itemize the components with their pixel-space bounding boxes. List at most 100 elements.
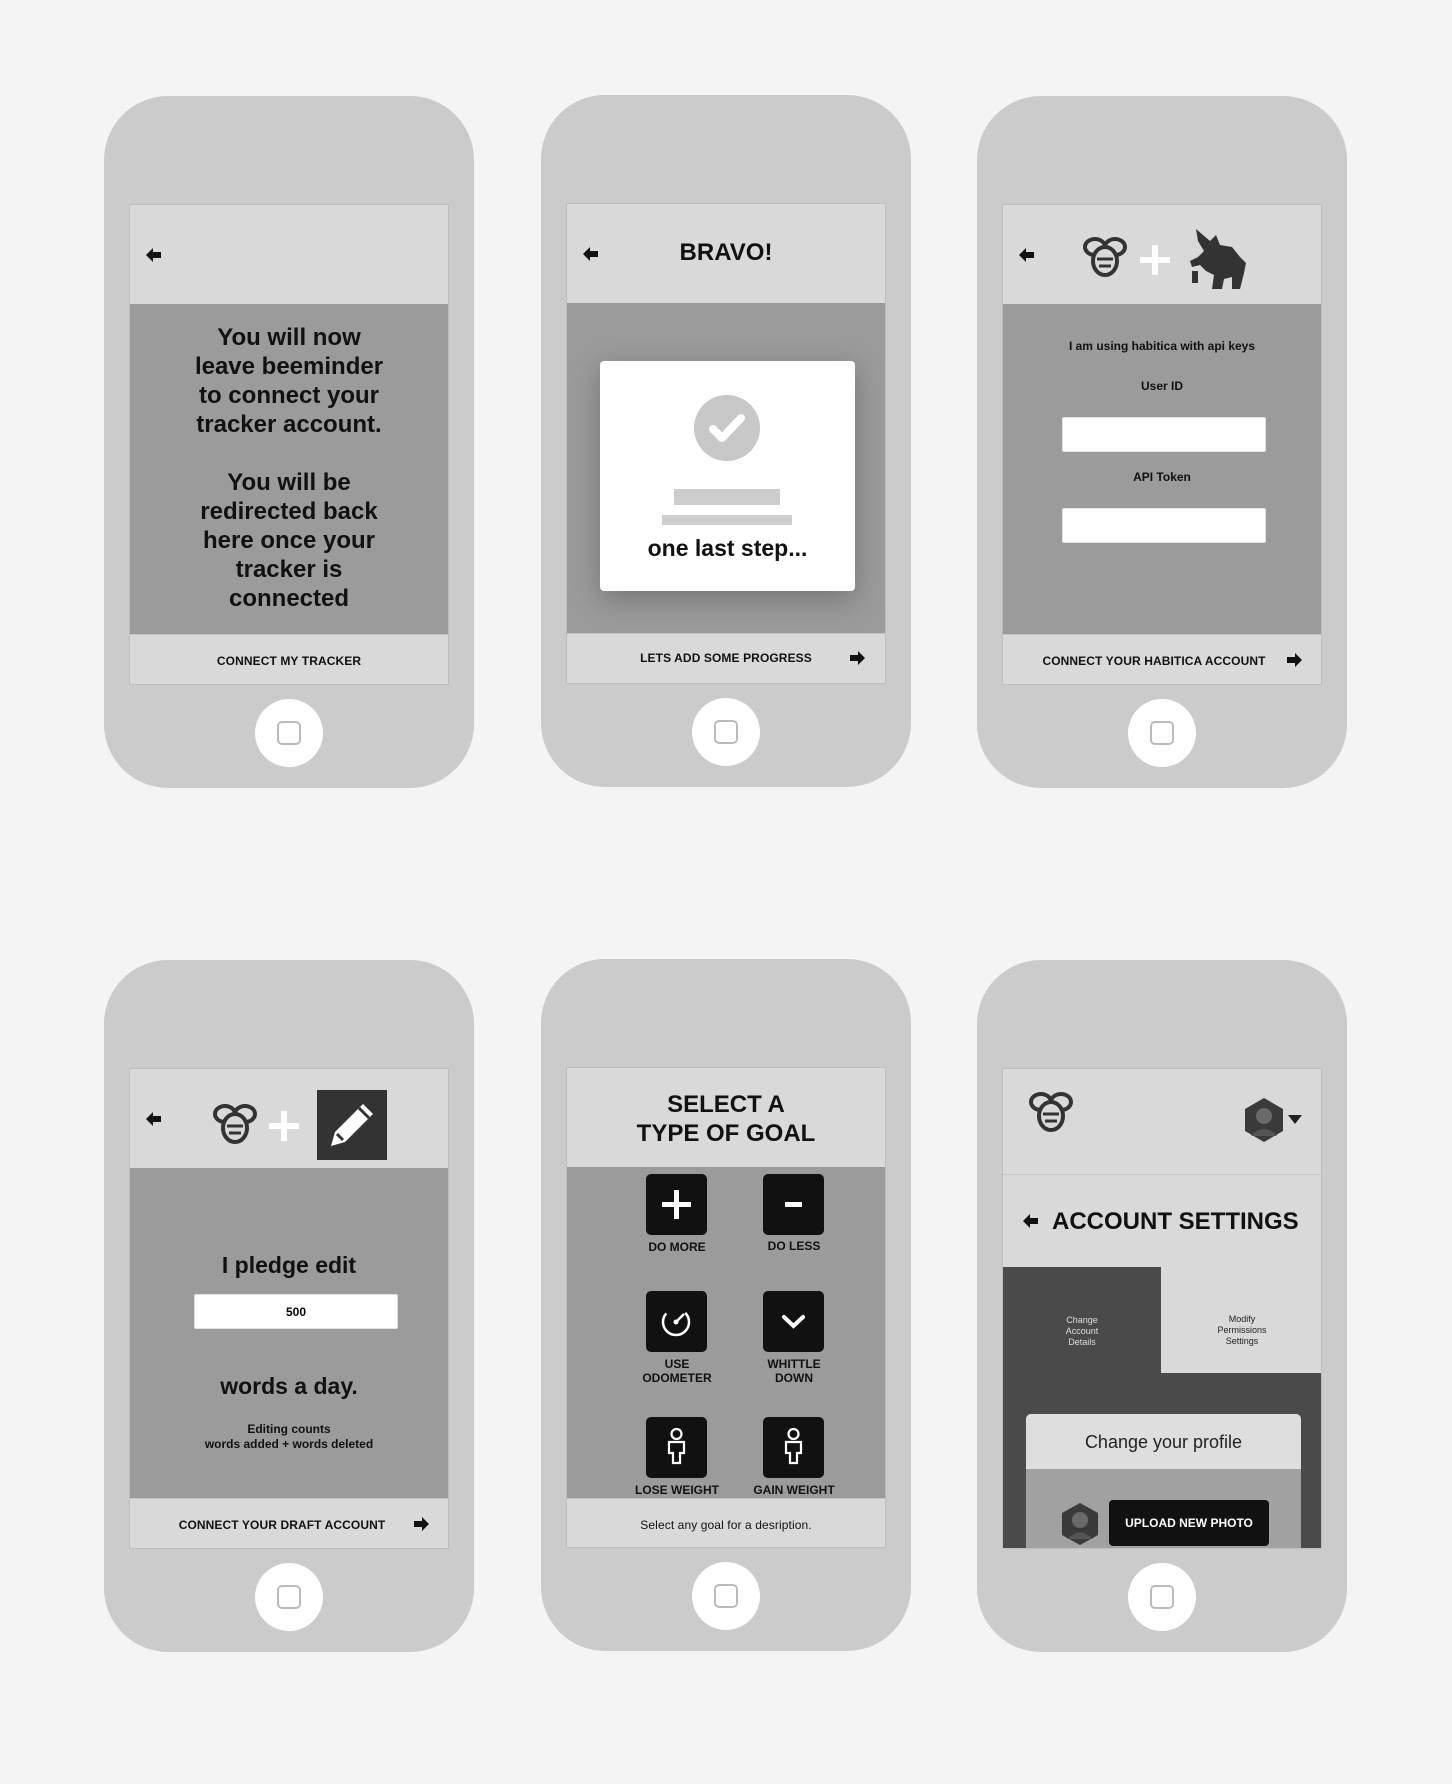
plus-icon (269, 1111, 299, 1141)
placeholder-bar (674, 489, 780, 505)
tab-label: Modify Permissions Settings (1161, 1314, 1321, 1347)
footer-button-label: CONNECT YOUR DRAFT ACCOUNT (178, 1518, 386, 1532)
upload-photo-button[interactable]: UPLOAD NEW PHOTO (1109, 1500, 1269, 1546)
page-title: ACCOUNT SETTINGS (1052, 1208, 1299, 1235)
card-text: one last step... (647, 535, 808, 561)
lose-weight-button[interactable] (646, 1417, 707, 1478)
settings-title-bar: ACCOUNT SETTINGS (1003, 1175, 1321, 1267)
goal-label-line: DO MORE (648, 1240, 706, 1254)
goal-label-line: USE (664, 1357, 690, 1371)
chevron-down-icon[interactable] (1288, 1115, 1302, 1124)
goal-label: USE ODOMETER (617, 1357, 737, 1385)
api-token-label: API Token (1133, 470, 1191, 484)
back-arrow-icon[interactable] (146, 1112, 162, 1126)
header-bar (1003, 1069, 1321, 1175)
home-square-icon (277, 1585, 301, 1609)
tab-label-line: Details (1068, 1337, 1096, 1347)
screen-account-settings: ACCOUNT SETTINGS Change Account Details … (1002, 1068, 1322, 1549)
goal-label-line: ODOMETER (642, 1371, 712, 1385)
goal-label-line: DO LESS (767, 1239, 821, 1253)
goal-label: DO MORE (617, 1240, 737, 1254)
minus-icon (785, 1202, 802, 1207)
arrow-right-icon (1287, 653, 1302, 667)
header-bar (130, 205, 448, 304)
success-card: one last step... (600, 361, 855, 591)
title-line: SELECT A (667, 1091, 785, 1118)
do-less-button[interactable] (763, 1174, 824, 1235)
goal-label-line: GAIN WEIGHT (753, 1483, 835, 1497)
tab-label-line: Account (1065, 1326, 1099, 1336)
back-arrow-icon[interactable] (146, 248, 162, 262)
use-odometer-button[interactable] (646, 1291, 707, 1352)
message-line: redirected back (200, 498, 378, 525)
connect-draft-button[interactable]: CONNECT YOUR DRAFT ACCOUNT (130, 1498, 448, 1548)
page-title: BRAVO! (679, 239, 773, 266)
avatar[interactable] (1243, 1096, 1285, 1144)
home-square-icon (714, 1584, 738, 1608)
tab-label: Change Account Details (1003, 1315, 1161, 1348)
do-more-button[interactable] (646, 1174, 707, 1235)
goal-hint-bar: Select any goal for a desription. (567, 1498, 885, 1547)
home-button[interactable] (692, 1562, 760, 1630)
profile-panel-title: Change your profile (1084, 1432, 1243, 1452)
phone-mockup-1: You will now leave beeminder to connect … (104, 96, 474, 788)
footer-button-label: CONNECT YOUR HABITICA ACCOUNT (1042, 654, 1266, 668)
phone-mockup-5: SELECT A TYPE OF GOAL DO MORE DO LESS US… (541, 959, 911, 1651)
message-line: connected (228, 585, 350, 612)
home-square-icon (277, 721, 301, 745)
screen-bravo: BRAVO! one last step... LETS ADD SOME PR… (566, 203, 886, 684)
back-arrow-icon[interactable] (1023, 1214, 1039, 1228)
tab-label-line: Change (1066, 1315, 1098, 1325)
placeholder-bar (662, 515, 792, 525)
tab-modify-permissions[interactable]: Modify Permissions Settings (1161, 1267, 1321, 1373)
bee-logo-icon[interactable] (1028, 1089, 1074, 1135)
note-line: Editing counts (247, 1422, 331, 1436)
home-button[interactable] (255, 1563, 323, 1631)
word-count-input[interactable] (194, 1294, 398, 1329)
add-progress-button[interactable]: LETS ADD SOME PROGRESS (567, 633, 885, 683)
griffin-logo-icon (1190, 229, 1246, 289)
tab-label-line: Permissions (1217, 1325, 1267, 1335)
profile-panel-header: Change your profile (1026, 1414, 1301, 1469)
header-bar (130, 1069, 448, 1168)
plus-icon (662, 1190, 691, 1219)
home-button[interactable] (1128, 699, 1196, 767)
home-button[interactable] (692, 698, 760, 766)
odometer-icon (661, 1307, 691, 1337)
api-keys-intro: I am using habitica with api keys (1068, 339, 1256, 353)
screen-goal-type: SELECT A TYPE OF GOAL DO MORE DO LESS US… (566, 1067, 886, 1548)
back-arrow-icon[interactable] (1019, 248, 1035, 262)
plus-icon (1140, 245, 1170, 275)
arrow-right-icon (414, 1517, 429, 1531)
home-button[interactable] (255, 699, 323, 767)
screen-habitica-connect: I am using habitica with api keys User I… (1002, 204, 1322, 685)
person-icon (784, 1427, 803, 1465)
person-icon (667, 1427, 686, 1465)
connect-habitica-button[interactable]: CONNECT YOUR HABITICA ACCOUNT (1003, 634, 1321, 684)
goal-label-line: WHITTLE (767, 1357, 821, 1371)
goal-label-line: DOWN (775, 1371, 813, 1385)
header-bar (1003, 205, 1321, 304)
footer-button-label: LETS ADD SOME PROGRESS (640, 651, 812, 665)
home-button[interactable] (1128, 1563, 1196, 1631)
leave-message: You will now leave beeminder to connect … (130, 323, 448, 439)
unit-label: words a day. (220, 1373, 358, 1399)
phone-mockup-2: BRAVO! one last step... LETS ADD SOME PR… (541, 95, 911, 787)
page-title: SELECT A TYPE OF GOAL (567, 1090, 885, 1148)
tab-label-line: Modify (1228, 1314, 1256, 1324)
chevron-down-icon (782, 1315, 805, 1329)
editing-note: Editing counts words added + words delet… (130, 1422, 448, 1452)
draft-logo (317, 1090, 387, 1160)
avatar (1062, 1503, 1098, 1545)
message-line: You will be (227, 469, 351, 496)
whittle-down-button[interactable] (763, 1291, 824, 1352)
gain-weight-button[interactable] (763, 1417, 824, 1478)
goal-label: LOSE WEIGHT (617, 1483, 737, 1497)
arrow-right-icon (850, 651, 865, 665)
pencil-icon (331, 1104, 373, 1146)
api-token-input[interactable] (1062, 508, 1266, 543)
connect-tracker-button[interactable]: CONNECT MY TRACKER (130, 634, 448, 684)
user-id-input[interactable] (1062, 417, 1266, 452)
goal-label-line: LOSE WEIGHT (635, 1483, 719, 1497)
tab-label-line: Settings (1225, 1336, 1259, 1346)
